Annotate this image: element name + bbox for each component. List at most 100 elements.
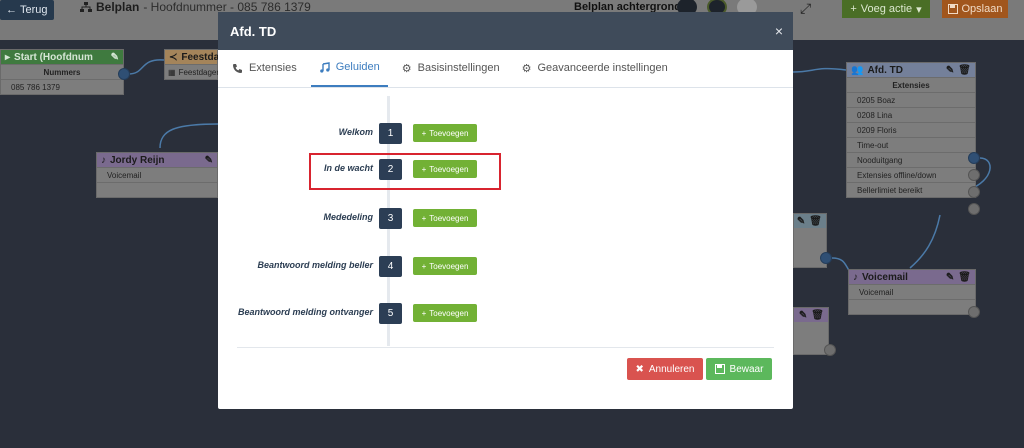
users-icon: 👥 [851,64,864,76]
node-header: ▸ Start (Hoofdnum ✎ [1,50,123,64]
sound-row-mededeling: Mededeling 3 + Toevoegen [218,208,793,232]
node-title: Jordy Reijn [110,154,165,166]
add-sound-button[interactable]: + Toevoegen [413,257,477,275]
sound-list: Welkom 1 + Toevoegen In de wacht 2 + Toe… [218,88,793,348]
node-afd-td-port-limit[interactable] [968,203,980,215]
sound-settings-modal: Afd. TD × Extensies Geluiden ⚙ Basisinst… [218,12,793,409]
add-sound-label: Toevoegen [429,261,469,271]
node-holidays[interactable]: ≺ Feestdag ▦ Feestdagen [164,49,225,80]
tab-extensies[interactable]: Extensies [224,49,305,87]
plus-icon: + [421,128,427,138]
add-sound-label: Toevoegen [429,213,469,223]
node-header: ✎ 🗑 [794,214,826,228]
node-row: 0208 Lina [847,107,975,122]
tab-label: Geluiden [335,61,380,73]
plus-icon: + [421,308,427,318]
node-afd-td-port-nood[interactable] [968,169,980,181]
add-sound-button[interactable]: + Toevoegen [413,304,477,322]
tab-label: Extensies [249,62,297,74]
node-row-header: Nummers [1,64,123,79]
sound-row-welkom: Welkom 1 + Toevoegen [218,123,793,147]
node-row: 0209 Floris [847,122,975,137]
edit-icon[interactable]: ✎ [797,216,805,227]
play-icon: ▸ [5,51,11,63]
trash-icon[interactable]: 🗑 [958,272,971,283]
sound-number: 5 [379,303,402,324]
music-icon [319,61,330,73]
sound-row-in-de-wacht: In de wacht 2 + Toevoegen [218,159,793,183]
node-header: ♪ Jordy Reijn ✎ [97,153,217,167]
save-button[interactable]: Bewaar [706,358,772,380]
node-row: Nooduitgang [847,152,975,167]
edit-icon[interactable]: ✎ [205,155,213,166]
microphone-icon: ♪ [101,154,106,166]
node-afd-td-port-timeout[interactable] [968,152,980,164]
node-jordy[interactable]: ♪ Jordy Reijn ✎ Voicemail [96,152,218,198]
sound-row-beantwoord-beller: Beantwoord melding beller 4 + Toevoegen [218,256,793,280]
modal-title: Afd. TD [230,23,277,39]
tab-basisinstellingen[interactable]: ⚙ Basisinstellingen [394,49,508,87]
add-sound-label: Toevoegen [429,308,469,318]
cancel-label: Annuleren [648,363,695,375]
phone-icon [232,63,243,74]
node-row: Voicemail [849,284,975,299]
gear-icon: ⚙ [401,62,412,75]
sound-label: Beantwoord melding ontvanger [237,307,373,317]
node-title: Afd. TD [867,64,903,76]
edit-icon[interactable]: ✎ [799,310,807,321]
edit-icon[interactable]: ✎ [946,272,954,283]
sound-row-beantwoord-ontvanger: Beantwoord melding ontvanger 5 + Toevoeg… [218,303,793,327]
plus-icon: + [421,261,427,271]
node-start[interactable]: ▸ Start (Hoofdnum ✎ Nummers 085 786 1379 [0,49,124,95]
sound-number: 4 [379,256,402,277]
node-header: ✎ 🗑 [794,308,828,322]
node-voicemail[interactable]: ♪ Voicemail ✎ 🗑 Voicemail [848,269,976,315]
edit-icon[interactable]: ✎ [946,65,954,76]
highlight-box [309,153,501,190]
gear-icon: ⚙ [521,62,532,75]
node-header: ≺ Feestdag [165,50,225,64]
add-sound-label: Toevoegen [429,128,469,138]
node-afd-td[interactable]: 👥 Afd. TD ✎ 🗑 Extensies 0205 Boaz 0208 L… [846,62,976,198]
node-header: 👥 Afd. TD ✎ 🗑 [847,63,975,77]
node-afd-td-port-offline[interactable] [968,186,980,198]
trash-icon[interactable]: 🗑 [811,310,824,321]
sound-number: 1 [379,123,402,144]
trash-icon[interactable]: 🗑 [809,216,822,227]
close-icon[interactable]: × [775,23,783,39]
times-icon: ✖ [635,363,644,375]
tab-label: Basisinstellingen [417,62,500,74]
node-row: ▦ Feestdagen [165,64,221,79]
node-title: Voicemail [862,271,908,283]
add-sound-button[interactable]: + Toevoegen [413,124,477,142]
node-start-port[interactable] [118,68,130,80]
floppy-icon [714,364,725,374]
share-icon: ≺ [169,51,178,63]
node-row-label: Feestdagen [178,67,221,77]
plus-icon: + [421,213,427,223]
add-sound-button[interactable]: + Toevoegen [413,209,477,227]
microphone-icon: ♪ [853,271,858,283]
node-row [97,182,217,197]
tab-label: Geavanceerde instellingen [537,62,668,74]
node-row-header: Extensies [847,77,975,92]
tab-geluiden[interactable]: Geluiden [310,49,388,87]
node-header: ♪ Voicemail ✎ 🗑 [849,270,975,284]
node-row: 0205 Boaz [847,92,975,107]
modal-footer-divider [237,347,774,348]
cancel-button[interactable]: ✖ Annuleren [627,358,703,380]
trash-icon[interactable]: 🗑 [958,65,971,76]
node-partial-1-port[interactable] [820,252,832,264]
node-voicemail-port[interactable] [968,306,980,318]
node-row: 085 786 1379 [1,79,123,94]
modal-tabs: Extensies Geluiden ⚙ Basisinstellingen ⚙… [218,50,793,88]
node-title: Start (Hoofdnum [14,51,93,63]
node-row: Bellerlimiet bereikt [847,182,975,197]
node-row: Extensies offline/down [847,167,975,182]
sound-label: Mededeling [323,212,373,222]
edit-icon[interactable]: ✎ [111,52,119,63]
sound-label: Beantwoord melding beller [257,260,373,270]
node-row [849,299,975,314]
tab-geavanceerde-instellingen[interactable]: ⚙ Geavanceerde instellingen [514,49,676,87]
node-partial-2-port[interactable] [824,344,836,356]
